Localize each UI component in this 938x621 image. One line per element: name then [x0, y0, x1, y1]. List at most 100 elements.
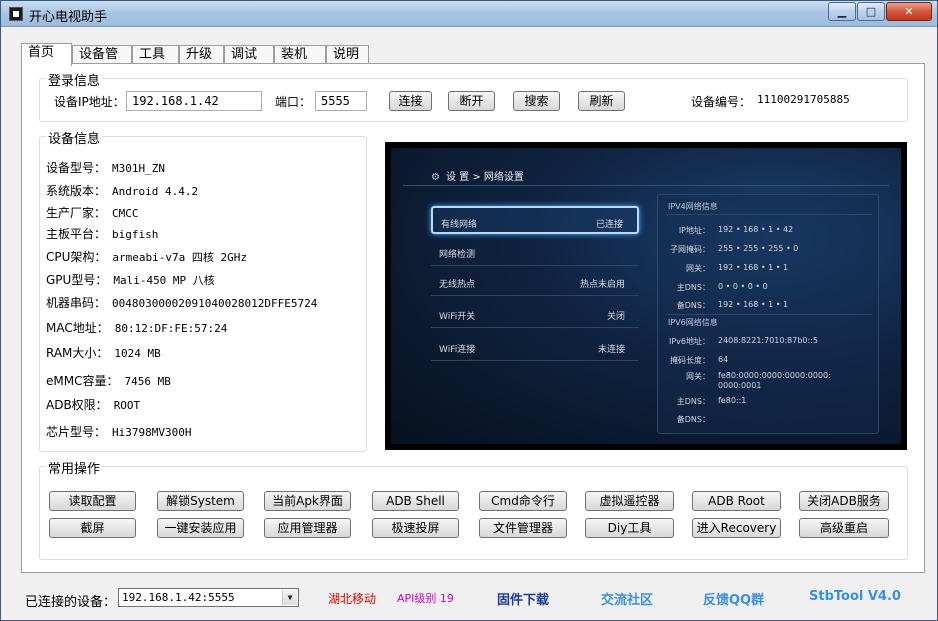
tv-breadcrumb: ⚙ 设 置 > 网络设置 — [431, 172, 524, 183]
adb-shell-button[interactable]: ADB Shell — [372, 491, 459, 511]
firmware-download-link[interactable]: 固件下载 — [497, 589, 549, 608]
connected-device-label: 已连接的设备： — [25, 595, 117, 610]
info-key: eMMC容量： — [46, 374, 119, 388]
carrier-label: 湖北移动 — [328, 592, 377, 606]
disconnect-button[interactable]: 断开 — [448, 91, 495, 111]
adb-root-button[interactable]: ADB Root — [692, 491, 781, 511]
window-title: 开心电视助手 — [29, 10, 108, 25]
virtual-remote-button[interactable]: 虚拟遥控器 — [585, 491, 674, 511]
info-row: CPU架构： armeabi-v7a 四核 2GHz — [46, 248, 247, 265]
info-value: Mali-450 MP 八核 — [113, 274, 215, 287]
maximize-button[interactable]: □ — [857, 2, 885, 21]
search-button[interactable]: 搜索 — [513, 91, 560, 111]
tab-upgrade[interactable]: 升级 — [179, 45, 224, 65]
common-ops-group: 常用操作 读取配置 解锁System 当前Apk界面 ADB Shell Cmd… — [39, 458, 908, 560]
tv-divider — [666, 214, 872, 215]
tv-menu-item: WiFi开关 关闭 — [431, 300, 639, 328]
tab-toolbox[interactable]: 工具箱 — [132, 45, 179, 80]
home-tab-panel: 登录信息 设备IP地址： 192.168.1.42 端口： 5555 连接 断开… — [21, 63, 925, 573]
tv-menu-item: WiFi连接 未连接 — [431, 333, 639, 361]
install-apps-button[interactable]: 一键安装应用 — [157, 518, 244, 538]
tv-network-settings-screen: ⚙ 设 置 > 网络设置 有线网络 已连接 网络检测 无线热点 热点未启用 WiFi开… — [391, 148, 901, 444]
feedback-qq-link[interactable]: 反馈QQ群 — [703, 589, 764, 608]
close-button[interactable]: ✕ — [886, 2, 932, 21]
info-row: GPU型号： Mali-450 MP 八核 — [46, 271, 215, 288]
tv-app-icon — [9, 7, 23, 21]
read-config-button[interactable]: 读取配置 — [49, 491, 136, 511]
info-value: M301H_ZN — [112, 162, 165, 175]
tv-header-divider — [403, 185, 889, 186]
info-key: GPU型号： — [46, 273, 108, 287]
status-bar: 已连接的设备： 192.168.1.42:5555 ▼ 湖北移动 API级别 1… — [1, 579, 937, 619]
connected-device-value: 192.168.1.42:5555 — [122, 591, 235, 604]
tv-screen-preview: ⚙ 设 置 > 网络设置 有线网络 已连接 网络检测 无线热点 热点未启用 WiFi开… — [385, 142, 907, 450]
info-value: bigfish — [112, 228, 159, 241]
tv-menu-item: 无线热点 热点未启用 — [431, 268, 639, 296]
diy-tools-button[interactable]: Diy工具 — [585, 518, 674, 538]
community-link[interactable]: 交流社区 — [601, 589, 653, 608]
info-key: RAM大小： — [46, 346, 109, 360]
login-info-group: 登录信息 设备IP地址： 192.168.1.42 端口： 5555 连接 断开… — [39, 70, 908, 122]
info-value: Hi3798MV300H — [112, 426, 192, 439]
api-level-label: API级别 19 — [397, 592, 454, 605]
tab-debug[interactable]: 调试 — [224, 45, 274, 65]
title-bar: 开心电视助手 ▁ □ ✕ — [1, 1, 937, 27]
ipv6-title: IPV6网络信息 — [668, 318, 718, 327]
info-key: ADB权限： — [46, 398, 108, 412]
device-info-title: 设备信息 — [46, 128, 103, 147]
ip-address-input[interactable]: 192.168.1.42 — [126, 91, 262, 111]
info-row: 生产厂家： CMCC — [46, 204, 139, 221]
advanced-reboot-button[interactable]: 高级重启 — [799, 518, 889, 538]
connect-button[interactable]: 连接 — [389, 91, 432, 111]
ipv4-title: IPV4网络信息 — [668, 202, 718, 211]
login-info-title: 登录信息 — [46, 70, 103, 89]
common-ops-title: 常用操作 — [46, 458, 103, 477]
cmd-button[interactable]: Cmd命令行 — [479, 491, 567, 511]
refresh-button[interactable]: 刷新 — [578, 91, 625, 111]
tab-install[interactable]: 装机 — [274, 45, 326, 65]
info-key: 主板平台： — [46, 227, 107, 241]
current-apk-button[interactable]: 当前Apk界面 — [264, 491, 351, 511]
tv-divider — [666, 314, 872, 315]
info-row: 设备型号： M301H_ZN — [46, 159, 165, 176]
info-row: 机器串码： 00480300002091040028012DFFE5724 — [46, 294, 317, 311]
gear-icon: ⚙ — [431, 172, 440, 183]
info-value: 80:12:DF:FE:57:24 — [114, 322, 228, 335]
info-key: CPU架构： — [46, 250, 107, 264]
info-value: 1024 MB — [114, 347, 161, 360]
info-key: MAC地址： — [46, 321, 109, 335]
info-value: Android 4.4.2 — [112, 185, 199, 198]
unlock-system-button[interactable]: 解锁System — [157, 491, 244, 511]
app-manager-button[interactable]: 应用管理器 — [264, 518, 351, 538]
screenshot-button[interactable]: 截屏 — [49, 518, 136, 538]
tv-menu-item: 有线网络 已连接 — [431, 206, 639, 234]
info-row: 系统版本： Android 4.4.2 — [46, 182, 198, 199]
info-value: 7456 MB — [124, 375, 171, 388]
file-manager-button[interactable]: 文件管理器 — [479, 518, 567, 538]
close-adb-button[interactable]: 关闭ADB服务 — [799, 491, 889, 511]
info-key: 系统版本： — [46, 184, 107, 198]
fast-cast-button[interactable]: 极速投屏 — [372, 518, 459, 538]
info-row: eMMC容量： 7456 MB — [46, 372, 171, 389]
device-info-group: 设备信息 设备型号： M301H_ZN 系统版本： Android 4.4.2 生产… — [39, 128, 367, 452]
port-input[interactable]: 5555 — [315, 91, 367, 111]
info-row: RAM大小： 1024 MB — [46, 344, 161, 361]
info-row: ADB权限： ROOT — [46, 396, 140, 413]
tab-device-management[interactable]: 设备管理 — [72, 45, 132, 80]
info-value: 00480300002091040028012DFFE5724 — [112, 297, 318, 310]
tv-menu-item: 网络检测 — [431, 238, 639, 266]
info-row: 芯片型号： Hi3798MV300H — [46, 423, 192, 440]
device-number-value: 11100291705885 — [757, 93, 850, 106]
chevron-down-icon[interactable]: ▼ — [282, 590, 297, 605]
recovery-button[interactable]: 进入Recovery — [692, 518, 781, 538]
minimize-button[interactable]: ▁ — [828, 2, 856, 21]
connected-device-select[interactable]: 192.168.1.42:5555 ▼ — [118, 588, 299, 607]
info-key: 机器串码： — [46, 296, 107, 310]
tab-help[interactable]: 说明 — [326, 45, 369, 65]
info-key: 生产厂家： — [46, 206, 107, 220]
tab-home[interactable]: 首页 — [21, 43, 72, 66]
info-key: 芯片型号： — [46, 425, 107, 439]
version-label: StbTool V4.0 — [809, 589, 901, 604]
info-value: ROOT — [113, 399, 141, 412]
port-label: 端口： — [275, 95, 312, 109]
